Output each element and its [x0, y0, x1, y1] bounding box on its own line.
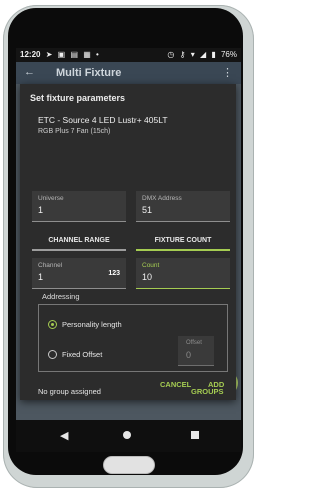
more-vert-icon[interactable]: ⋮: [222, 66, 233, 79]
channel-label: Channel: [38, 262, 63, 269]
navigation-bar: ◀: [16, 420, 241, 452]
back-arrow-icon[interactable]: ←: [24, 66, 35, 78]
navigation-icon: ➤: [45, 50, 53, 59]
radio-fixed-offset[interactable]: [48, 350, 57, 359]
channel-field[interactable]: Channel 1 123: [32, 258, 126, 289]
tab-fixture-count[interactable]: FIXTURE COUNT: [136, 234, 230, 251]
add-button[interactable]: ADD: [208, 380, 224, 389]
group-status: No group assigned: [38, 387, 101, 396]
dmx-address-field[interactable]: DMX Address 51: [136, 191, 230, 222]
personality-length-label: Personality length: [62, 320, 122, 329]
offset-field[interactable]: Offset 0: [178, 336, 214, 366]
status-time: 12:20: [20, 50, 41, 59]
dmx-address-label: DMX Address: [142, 195, 182, 202]
fixture-mode: RGB Plus 7 Fan (15ch): [38, 128, 111, 135]
wifi-icon: ▾: [190, 50, 195, 59]
nav-back-icon[interactable]: ◀: [60, 429, 68, 442]
battery-icon: ▮: [211, 50, 216, 59]
universe-label: Universe: [38, 195, 64, 202]
universe-field[interactable]: Universe 1: [32, 191, 126, 222]
alarm-icon: ◷: [167, 50, 175, 59]
nav-recents-icon[interactable]: [191, 431, 199, 439]
addressing-label: Addressing: [42, 292, 80, 301]
calendar-icon: ▦: [83, 50, 91, 59]
battery-percent: 76%: [220, 50, 237, 59]
app-bar: ← Multi Fixture ⋮: [16, 62, 241, 84]
radio-personality-length[interactable]: [48, 320, 57, 329]
offset-value: 0: [186, 350, 192, 360]
numeric-keypad-icon[interactable]: 123: [108, 270, 120, 277]
key-icon: ⚷: [179, 50, 186, 59]
channel-value: 1: [38, 272, 44, 282]
signal-icon: ◢: [199, 50, 207, 59]
count-field[interactable]: Count 10: [136, 258, 230, 289]
cancel-button[interactable]: CANCEL: [160, 380, 191, 389]
device-screen: 12:20 ➤ ▣ ▤ ▦ • ◷ ⚷ ▾ ◢ ▮ 76% ← Multi Fi…: [16, 48, 241, 452]
fixed-offset-label: Fixed Offset: [62, 350, 103, 359]
dialog-title: Set fixture parameters: [30, 93, 126, 103]
status-bar: 12:20 ➤ ▣ ▤ ▦ • ◷ ⚷ ▾ ◢ ▮ 76%: [16, 48, 241, 62]
fixture-name: ETC - Source 4 LED Lustr+ 405LT: [38, 115, 168, 125]
dmx-address-value: 51: [142, 205, 153, 215]
tab-channel-range[interactable]: CHANNEL RANGE: [32, 234, 126, 251]
count-value: 10: [142, 272, 153, 282]
range-tabs: CHANNEL RANGE FIXTURE COUNT: [32, 234, 230, 251]
gallery-icon: ▤: [70, 50, 78, 59]
phone-home-button[interactable]: [103, 456, 155, 474]
status-left: 12:20 ➤ ▣ ▤ ▦ •: [20, 48, 99, 62]
status-right: ◷ ⚷ ▾ ◢ ▮ 76%: [164, 48, 237, 62]
count-label: Count: [142, 262, 160, 269]
image-icon: ▣: [57, 50, 66, 59]
dot-icon: •: [96, 50, 99, 59]
app-title: Multi Fixture: [56, 67, 122, 79]
offset-label: Offset: [186, 340, 202, 346]
universe-value: 1: [38, 205, 44, 215]
fixture-parameters-dialog: Set fixture parameters ETC - Source 4 LE…: [20, 84, 236, 400]
nav-home-icon[interactable]: [123, 431, 131, 439]
